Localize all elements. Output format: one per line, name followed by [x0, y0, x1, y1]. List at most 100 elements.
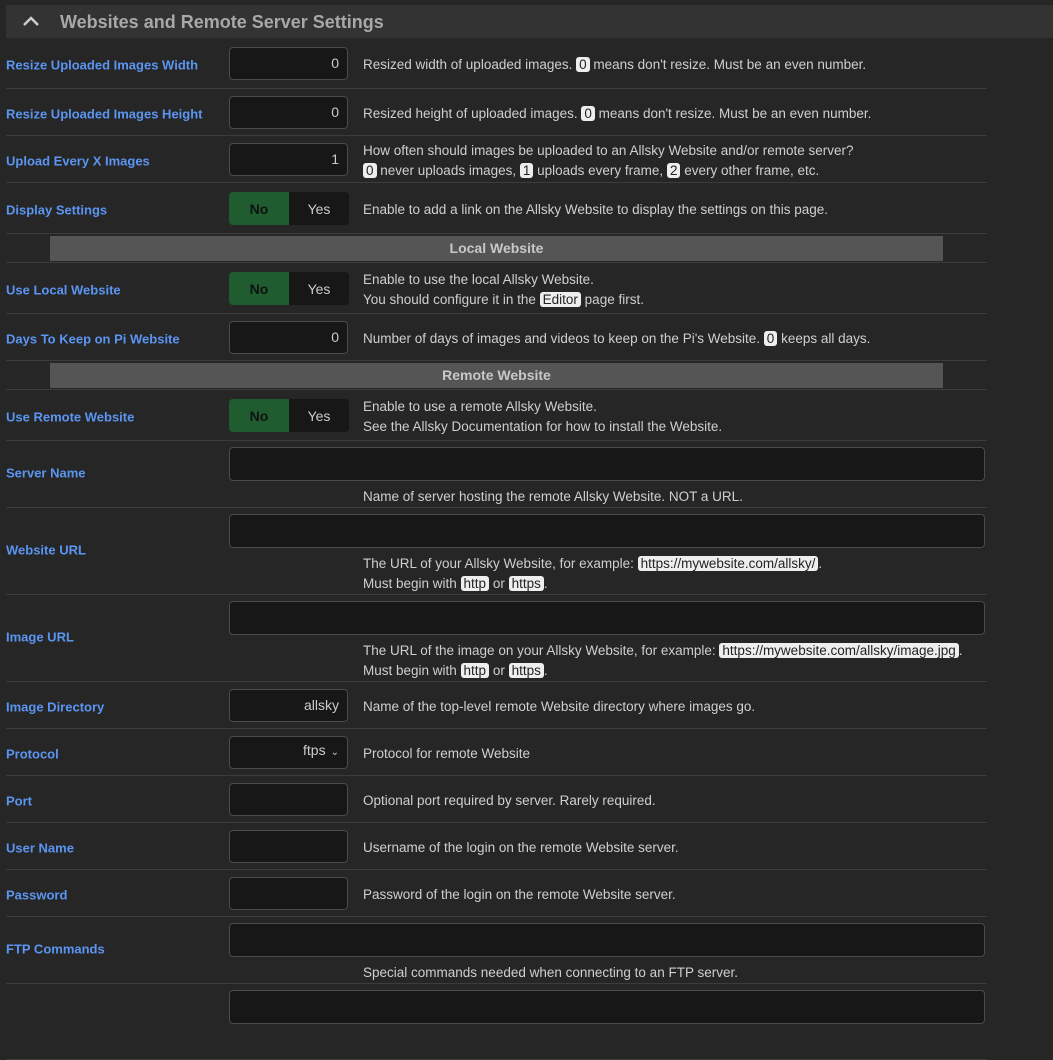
description-line: Number of days of images and videos to k… [363, 329, 870, 349]
user-name-input[interactable] [229, 830, 348, 863]
code-badge: http [461, 576, 490, 591]
setting-label: Upload Every X Images [6, 153, 150, 168]
setting-description: Resized width of uploaded images. 0 mean… [363, 55, 866, 75]
setting-description: Resized height of uploaded images. 0 mea… [363, 104, 871, 124]
setting-description: The URL of the image on your Allsky Webs… [363, 641, 963, 681]
setting-row-protocol: Protocolftps⌄Protocol for remote Website [6, 729, 987, 776]
upload-every-x-images-input[interactable]: 1 [229, 143, 348, 176]
description-line: Username of the login on the remote Webs… [363, 838, 679, 858]
protocol-select[interactable]: ftps⌄ [229, 736, 348, 769]
setting-description: Special commands needed when connecting … [363, 963, 738, 983]
description-line: Enable to use the local Allsky Website. [363, 270, 644, 290]
setting-row-resize-uploaded-images-height: Resize Uploaded Images Height0Resized he… [6, 89, 987, 136]
code-badge: 0 [581, 106, 595, 121]
setting-description: Name of server hosting the remote Allsky… [363, 487, 743, 507]
description-text: . [818, 556, 822, 571]
description-text: . [544, 663, 548, 678]
setting-description: Enable to use a remote Allsky Website.Se… [363, 397, 722, 437]
description-line: How often should images be uploaded to a… [363, 141, 854, 161]
setting-row-website-url: Website URLThe URL of your Allsky Websit… [6, 508, 987, 595]
resize-uploaded-images-width-input[interactable]: 0 [229, 47, 348, 80]
toggle-no-option[interactable]: No [229, 272, 289, 305]
code-badge: 0 [363, 163, 377, 178]
yes-no-toggle[interactable]: NoYes [229, 192, 349, 225]
setting-row-server-name: Server Name Name of server hosting the re… [6, 441, 987, 508]
image-url-input[interactable] [229, 601, 985, 635]
yes-no-toggle[interactable]: NoYes [229, 272, 349, 305]
setting-row-use-local-website: Use Local WebsiteNoYesEnable to use the … [6, 263, 987, 314]
description-text: . [544, 576, 548, 591]
setting-label: Resize Uploaded Images Width [6, 57, 198, 72]
description-line: 0 never uploads images, 1 uploads every … [363, 161, 854, 181]
password-input[interactable] [229, 877, 348, 910]
description-line: See the Allsky Documentation for how to … [363, 417, 722, 437]
description-text: or [489, 663, 509, 678]
description-text: How often should images be uploaded to a… [363, 143, 854, 158]
setting-label: Image Directory [6, 699, 104, 714]
setting-label: Use Remote Website [6, 409, 134, 424]
toggle-yes-option[interactable]: Yes [289, 399, 349, 432]
toggle-no-option[interactable]: No [229, 399, 289, 432]
description-text: Must begin with [363, 663, 461, 678]
panel-title: Websites and Remote Server Settings [60, 12, 384, 33]
setting-row-image-url: Image URL The URL of the image on your Al… [6, 595, 987, 682]
setting-row-password: PasswordPassword of the login on the rem… [6, 870, 987, 917]
setting-label: Image URL [6, 630, 74, 645]
description-text: Password of the login on the remote Webs… [363, 887, 676, 902]
code-badge: 0 [576, 57, 590, 72]
description-line: The URL of your Allsky Website, for exam… [363, 554, 822, 574]
description-text: Must begin with [363, 576, 461, 591]
chevron-up-icon[interactable] [20, 10, 42, 32]
description-line: Optional port required by server. Rarely… [363, 791, 656, 811]
description-line: Password of the login on the remote Webs… [363, 885, 676, 905]
setting-description: Username of the login on the remote Webs… [363, 838, 679, 858]
description-text: means don't resize. Must be an even numb… [590, 57, 866, 72]
resize-uploaded-images-height-input[interactable]: 0 [229, 96, 348, 129]
setting-row-days-to-keep-on-pi-website: Days To Keep on Pi Website0Number of day… [6, 314, 987, 361]
image-directory-input[interactable]: allsky [229, 689, 348, 722]
description-line: Special commands needed when connecting … [363, 963, 738, 983]
setting-label: Days To Keep on Pi Website [6, 331, 180, 346]
days-to-keep-on-pi-website-input[interactable]: 0 [229, 321, 348, 354]
toggle-yes-option[interactable]: Yes [289, 192, 349, 225]
setting-description: Enable to add a link on the Allsky Websi… [363, 200, 828, 220]
code-badge: https://mywebsite.com/allsky/image.jpg [719, 643, 958, 658]
section-header-row: Remote Website [6, 361, 987, 390]
description-text: Protocol for remote Website [363, 746, 530, 761]
description-text: You should configure it in the [363, 292, 540, 307]
description-line: Enable to add a link on the Allsky Websi… [363, 200, 828, 220]
setting-description: How often should images be uploaded to a… [363, 141, 854, 181]
setting-description: The URL of your Allsky Website, for exam… [363, 554, 822, 594]
toggle-no-option[interactable]: No [229, 192, 289, 225]
setting-row-upload-every-x-images: Upload Every X Images 1 How often should i… [6, 136, 987, 183]
server-name-input[interactable] [229, 447, 985, 481]
setting-description: Enable to use the local Allsky Website. Y… [363, 270, 644, 310]
description-text: The URL of your Allsky Website, for exam… [363, 556, 638, 571]
yes-no-toggle[interactable]: NoYes [229, 399, 349, 432]
toggle-yes-option[interactable]: Yes [289, 272, 349, 305]
setting-description: Optional port required by server. Rarely… [363, 791, 656, 811]
setting-description: Name of the top-level remote Website dir… [363, 697, 755, 717]
panel-header[interactable]: Websites and Remote Server Settings [6, 5, 1053, 38]
setting-label: FTP Commands [6, 942, 105, 957]
description-line: Resized width of uploaded images. 0 mean… [363, 55, 866, 75]
description-text: never uploads images, [377, 163, 520, 178]
code-badge: 0 [764, 331, 778, 346]
description-text: Resized height of uploaded images. [363, 106, 581, 121]
description-text: The URL of the image on your Allsky Webs… [363, 643, 719, 658]
code-badge: https [509, 576, 544, 591]
ftp-commands-input[interactable] [229, 923, 985, 957]
description-line: Resized height of uploaded images. 0 mea… [363, 104, 871, 124]
description-line: Name of server hosting the remote Allsky… [363, 487, 743, 507]
port-input[interactable] [229, 783, 348, 816]
setting-row-next [6, 984, 987, 1060]
setting-label: Server Name [6, 466, 86, 481]
setting-description: Protocol for remote Website [363, 744, 530, 764]
description-text: Resized width of uploaded images. [363, 57, 576, 72]
description-line: Name of the top-level remote Website dir… [363, 697, 755, 717]
website-url-input[interactable] [229, 514, 985, 548]
description-text: Username of the login on the remote Webs… [363, 840, 679, 855]
setting-row-image-directory: Image Directory allsky Name of the top-lev… [6, 682, 987, 729]
description-line: Protocol for remote Website [363, 744, 530, 764]
next-input[interactable] [229, 990, 985, 1024]
